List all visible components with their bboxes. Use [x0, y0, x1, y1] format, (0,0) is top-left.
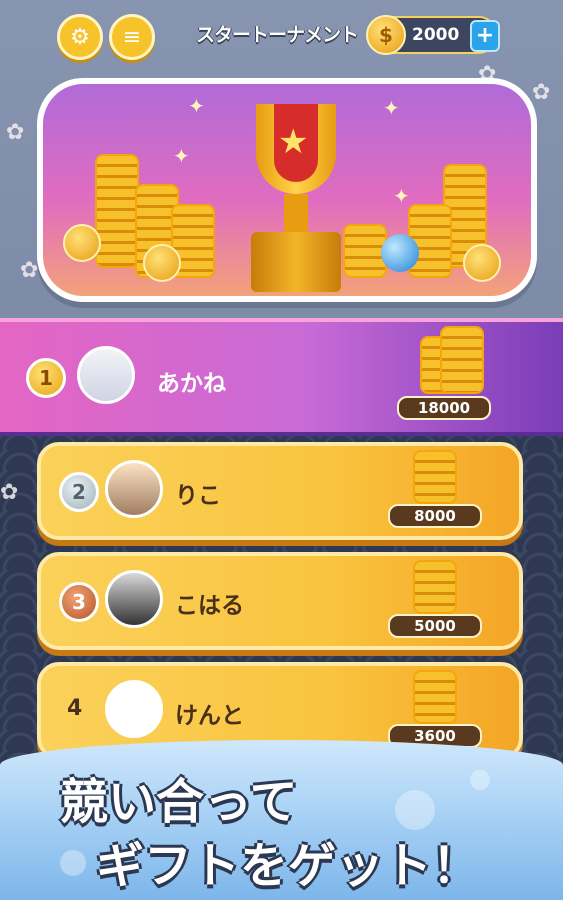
- silver-medal-icon: 2: [59, 472, 99, 512]
- blossom-decoration: ✿: [20, 258, 39, 283]
- menu-button[interactable]: ≡: [109, 14, 155, 60]
- menu-icon: ≡: [122, 24, 142, 50]
- leaderboard-row-3[interactable]: 3 こはる 5000: [37, 552, 523, 650]
- coin-icon: $: [366, 15, 406, 55]
- bubble-decoration: [470, 770, 490, 790]
- promo-subheadline: ギフトをゲット！: [96, 838, 481, 894]
- promo-headline: 競い合って: [60, 774, 298, 830]
- avatar: [105, 460, 163, 518]
- sparkle-icon: ✦: [383, 96, 400, 120]
- prize-coins: [440, 326, 484, 394]
- rank-number: 4: [67, 696, 83, 721]
- avatar: [105, 570, 163, 628]
- player-name: こはる: [175, 593, 244, 619]
- prize-amount: 5000: [388, 614, 482, 638]
- prize-coins: [413, 670, 457, 724]
- avatar: [77, 346, 135, 404]
- coin: [143, 244, 181, 282]
- player-name: あかね: [157, 371, 226, 397]
- player-name: けんと: [175, 703, 244, 729]
- player-name: りこ: [175, 483, 221, 509]
- blossom-decoration: ✿: [532, 80, 551, 105]
- coin-balance: $ 2000 +: [366, 15, 500, 55]
- prize-coins: [413, 560, 457, 614]
- bubble-decoration: [395, 790, 435, 830]
- coin-amount: 2000: [412, 25, 460, 45]
- prize-amount: 18000: [397, 396, 491, 420]
- trophy-icon: ★: [246, 104, 346, 294]
- bronze-medal-icon: 3: [59, 582, 99, 622]
- avatar: [105, 680, 163, 738]
- bubble-decoration: [60, 850, 86, 876]
- sparkle-icon: ✦: [173, 144, 190, 168]
- coin-stack: [95, 154, 139, 268]
- settings-button[interactable]: ⚙: [57, 14, 103, 60]
- leaderboard-row-2[interactable]: 2 りこ 8000: [37, 442, 523, 540]
- blossom-decoration: ✿: [6, 120, 25, 145]
- sparkle-icon: ✦: [393, 184, 410, 208]
- gear-icon: ⚙: [70, 24, 90, 50]
- gold-medal-icon: 1: [26, 358, 66, 398]
- tournament-banner: ★ ✦ ✦ ✦ ✦: [37, 78, 537, 302]
- blossom-decoration: ✿: [0, 480, 19, 505]
- blue-orb: [381, 234, 419, 272]
- sparkle-icon: ✦: [188, 94, 205, 118]
- prize-coins: [413, 450, 457, 504]
- prize-amount: 8000: [388, 504, 482, 528]
- coin: [463, 244, 501, 282]
- coin: [63, 224, 101, 262]
- leaderboard-row-1[interactable]: 1 あかね 18000: [0, 318, 563, 436]
- page-title: スタートーナメント: [196, 24, 359, 46]
- add-coins-button[interactable]: +: [470, 20, 500, 52]
